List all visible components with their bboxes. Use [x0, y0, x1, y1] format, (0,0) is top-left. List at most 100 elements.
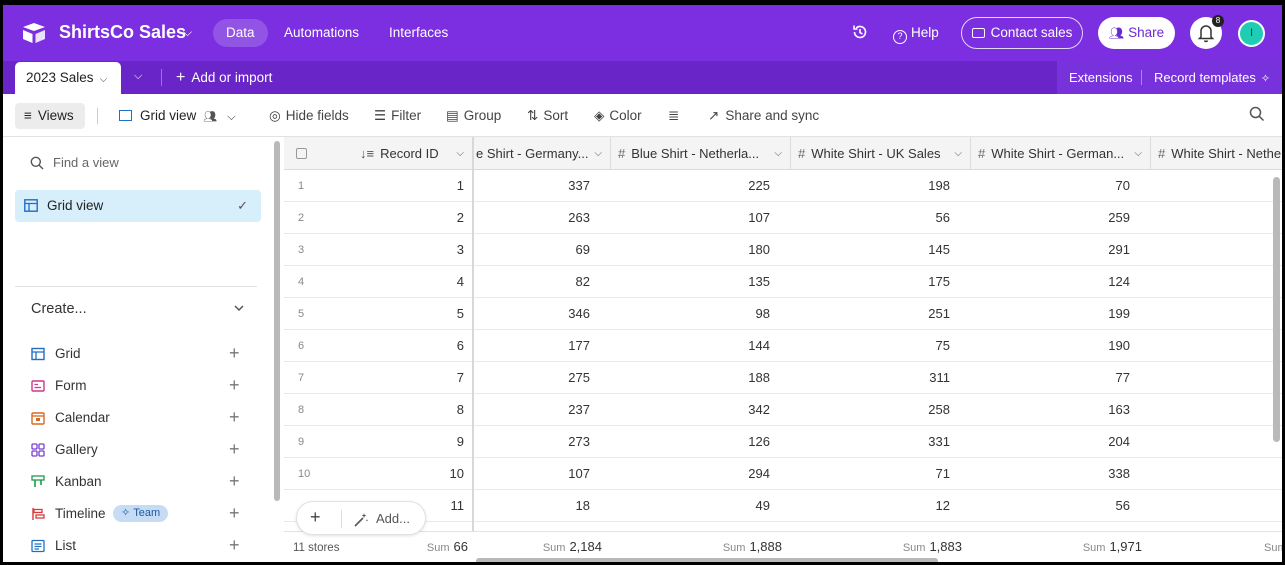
value-cell[interactable]: 71 [840, 458, 950, 490]
record-id-cell[interactable]: 5 [384, 298, 464, 330]
add-or-import-button[interactable]: + Add or import [176, 69, 272, 87]
plus-icon[interactable]: + [229, 439, 240, 459]
summary-col4[interactable]: Sum 1,971 [984, 539, 1142, 554]
chevron-down-icon[interactable]: ⌵ [100, 74, 108, 85]
share-button[interactable]: 👥︎ Share [1098, 17, 1175, 49]
add-record-button[interactable]: + [310, 507, 321, 528]
value-cell[interactable]: 69 [480, 234, 590, 266]
plus-icon[interactable]: + [229, 375, 240, 395]
nav-tab-automations[interactable]: Automations [271, 19, 372, 47]
create-gallery-item[interactable]: Gallery + [31, 439, 251, 460]
value-cell[interactable]: 135 [660, 266, 770, 298]
record-templates-button[interactable]: Record templates ✧ [1154, 70, 1270, 85]
value-cell[interactable]: 342 [660, 394, 770, 426]
record-id-cell[interactable]: 4 [384, 266, 464, 298]
hide-fields-button[interactable]: ◎ Hide fields [269, 108, 349, 124]
create-calendar-item[interactable]: Calendar + [31, 407, 251, 428]
value-cell[interactable]: 144 [660, 330, 770, 362]
table-row[interactable]: 5 5 346 98 251 199 [284, 298, 1282, 330]
add-with-ai-button[interactable]: Add... [376, 511, 410, 526]
grid-horizontal-scrollbar[interactable] [476, 558, 938, 562]
value-cell[interactable]: 180 [660, 234, 770, 266]
nav-tab-interfaces[interactable]: Interfaces [376, 19, 461, 47]
summary-col5[interactable]: Sum [1264, 539, 1282, 554]
value-cell[interactable]: 177 [480, 330, 590, 362]
value-cell[interactable]: 263 [480, 202, 590, 234]
table-row[interactable]: 8 8 237 342 258 163 [284, 394, 1282, 426]
plus-icon[interactable]: + [229, 407, 240, 427]
value-cell[interactable]: 346 [480, 298, 590, 330]
record-id-cell[interactable]: 7 [384, 362, 464, 394]
base-name[interactable]: ShirtsCo Sales [59, 22, 186, 43]
column-header-col5[interactable]: # White Shirt - Nethe [1158, 137, 1282, 170]
value-cell[interactable]: 12 [840, 490, 950, 522]
value-cell[interactable]: 107 [660, 202, 770, 234]
chevron-down-icon[interactable] [233, 303, 245, 313]
value-cell[interactable]: 98 [660, 298, 770, 330]
nav-tab-data[interactable]: Data [213, 19, 268, 47]
logo-icon[interactable] [21, 22, 47, 44]
value-cell[interactable]: 225 [660, 170, 770, 202]
column-header-col1[interactable]: e Shirt - Germany... ⌵ [476, 137, 610, 170]
chevron-down-icon[interactable]: ⌵ [1134, 137, 1142, 170]
view-switcher-button[interactable]: Grid view 👥︎ ⌵ [119, 108, 236, 124]
value-cell[interactable]: 237 [480, 394, 590, 426]
sidebar-view-grid-view[interactable]: Grid view ✓ [15, 190, 261, 222]
value-cell[interactable]: 56 [840, 202, 950, 234]
value-cell[interactable]: 49 [660, 490, 770, 522]
column-header-col3[interactable]: # White Shirt - UK Sales ⌵ [798, 137, 970, 170]
table-row[interactable]: 3 3 69 180 145 291 [284, 234, 1282, 266]
value-cell[interactable]: 190 [1020, 330, 1130, 362]
table-row[interactable]: 7 7 275 188 311 77 [284, 362, 1282, 394]
column-header-record-id[interactable]: ↓≡ Record ID ⌵ [360, 137, 470, 170]
value-cell[interactable]: 294 [660, 458, 770, 490]
record-id-cell[interactable]: 3 [384, 234, 464, 266]
create-form-item[interactable]: Form + [31, 375, 251, 396]
extensions-button[interactable]: Extensions [1069, 70, 1133, 85]
value-cell[interactable]: 77 [1020, 362, 1130, 394]
table-row[interactable]: 11 18 49 12 56 [284, 490, 1282, 522]
plus-icon[interactable]: + [229, 471, 240, 491]
value-cell[interactable]: 163 [1020, 394, 1130, 426]
value-cell[interactable]: 75 [840, 330, 950, 362]
column-header-col2[interactable]: # Blue Shirt - Netherla... ⌵ [618, 137, 790, 170]
summary-col3[interactable]: Sum 1,883 [804, 539, 962, 554]
table-row[interactable]: 4 4 82 135 175 124 [284, 266, 1282, 298]
summary-record-id[interactable]: Sum 66 [384, 539, 468, 554]
magic-wand-icon[interactable] [353, 512, 369, 528]
value-cell[interactable]: 273 [480, 426, 590, 458]
value-cell[interactable]: 70 [1020, 170, 1130, 202]
value-cell[interactable]: 311 [840, 362, 950, 394]
value-cell[interactable]: 258 [840, 394, 950, 426]
summary-col2[interactable]: Sum 1,888 [624, 539, 782, 554]
chevron-down-icon[interactable]: ⌵ [954, 137, 962, 170]
value-cell[interactable]: 56 [1020, 490, 1130, 522]
create-timeline-item[interactable]: Timeline ✧ Team + [31, 503, 251, 524]
value-cell[interactable]: 175 [840, 266, 950, 298]
create-section-header[interactable]: Create... [31, 301, 87, 317]
views-toggle-button[interactable]: ≡ Views [15, 103, 85, 129]
value-cell[interactable]: 199 [1020, 298, 1130, 330]
record-id-cell[interactable]: 9 [384, 426, 464, 458]
record-id-cell[interactable]: 2 [384, 202, 464, 234]
sidebar-scrollbar[interactable] [274, 141, 280, 501]
group-button[interactable]: ▤ Group [446, 108, 501, 124]
plus-icon[interactable]: + [229, 503, 240, 523]
value-cell[interactable]: 198 [840, 170, 950, 202]
find-view-input[interactable]: Find a view [15, 149, 261, 177]
contact-sales-button[interactable]: Contact sales [961, 17, 1083, 49]
create-list-item[interactable]: List + [31, 535, 251, 556]
record-id-cell[interactable]: 1 [384, 170, 464, 202]
plus-icon[interactable]: + [229, 535, 240, 555]
value-cell[interactable]: 188 [660, 362, 770, 394]
table-tab-2023-sales[interactable]: 2023 Sales ⌵ [15, 62, 121, 94]
color-button[interactable]: ◈ Color [594, 108, 642, 124]
search-icon[interactable] [1249, 106, 1265, 122]
select-all-checkbox[interactable] [296, 137, 310, 170]
value-cell[interactable]: 204 [1020, 426, 1130, 458]
record-id-cell[interactable]: 6 [384, 330, 464, 362]
record-id-cell[interactable]: 8 [384, 394, 464, 426]
value-cell[interactable]: 337 [480, 170, 590, 202]
value-cell[interactable]: 124 [1020, 266, 1130, 298]
share-sync-button[interactable]: ↗ Share and sync [708, 108, 819, 124]
